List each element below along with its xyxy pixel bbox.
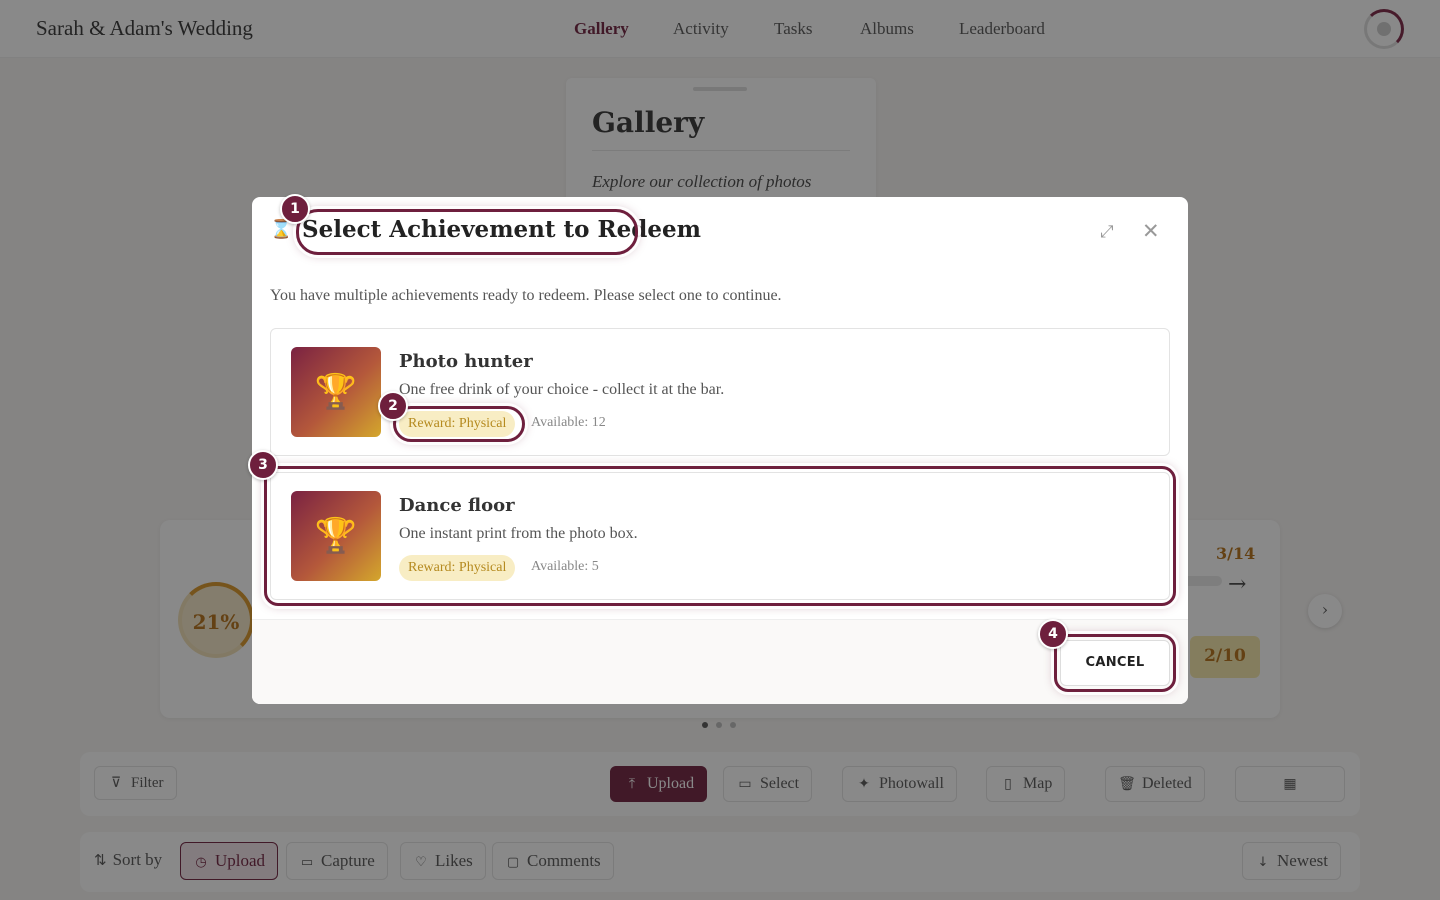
dialog-description: You have multiple achievements ready to … (270, 287, 782, 304)
annotation-highlight (264, 466, 1176, 606)
availability-text: Available: 12 (531, 415, 606, 430)
close-icon[interactable]: ✕ (1142, 219, 1164, 243)
expand-icon[interactable]: ⤢ (1100, 222, 1122, 244)
annotation-highlight (393, 406, 525, 442)
achievement-description: One free drink of your choice - collect … (399, 381, 725, 398)
achievement-name: Photo hunter (399, 351, 533, 372)
annotation-badge: 4 (1038, 619, 1068, 649)
annotation-badge: 3 (248, 450, 278, 480)
annotation-highlight (1054, 634, 1176, 692)
annotation-badge: 1 (280, 194, 310, 224)
annotation-highlight (296, 209, 638, 255)
annotation-badge: 2 (378, 391, 408, 421)
trophy-icon: 🏆 (291, 347, 381, 437)
